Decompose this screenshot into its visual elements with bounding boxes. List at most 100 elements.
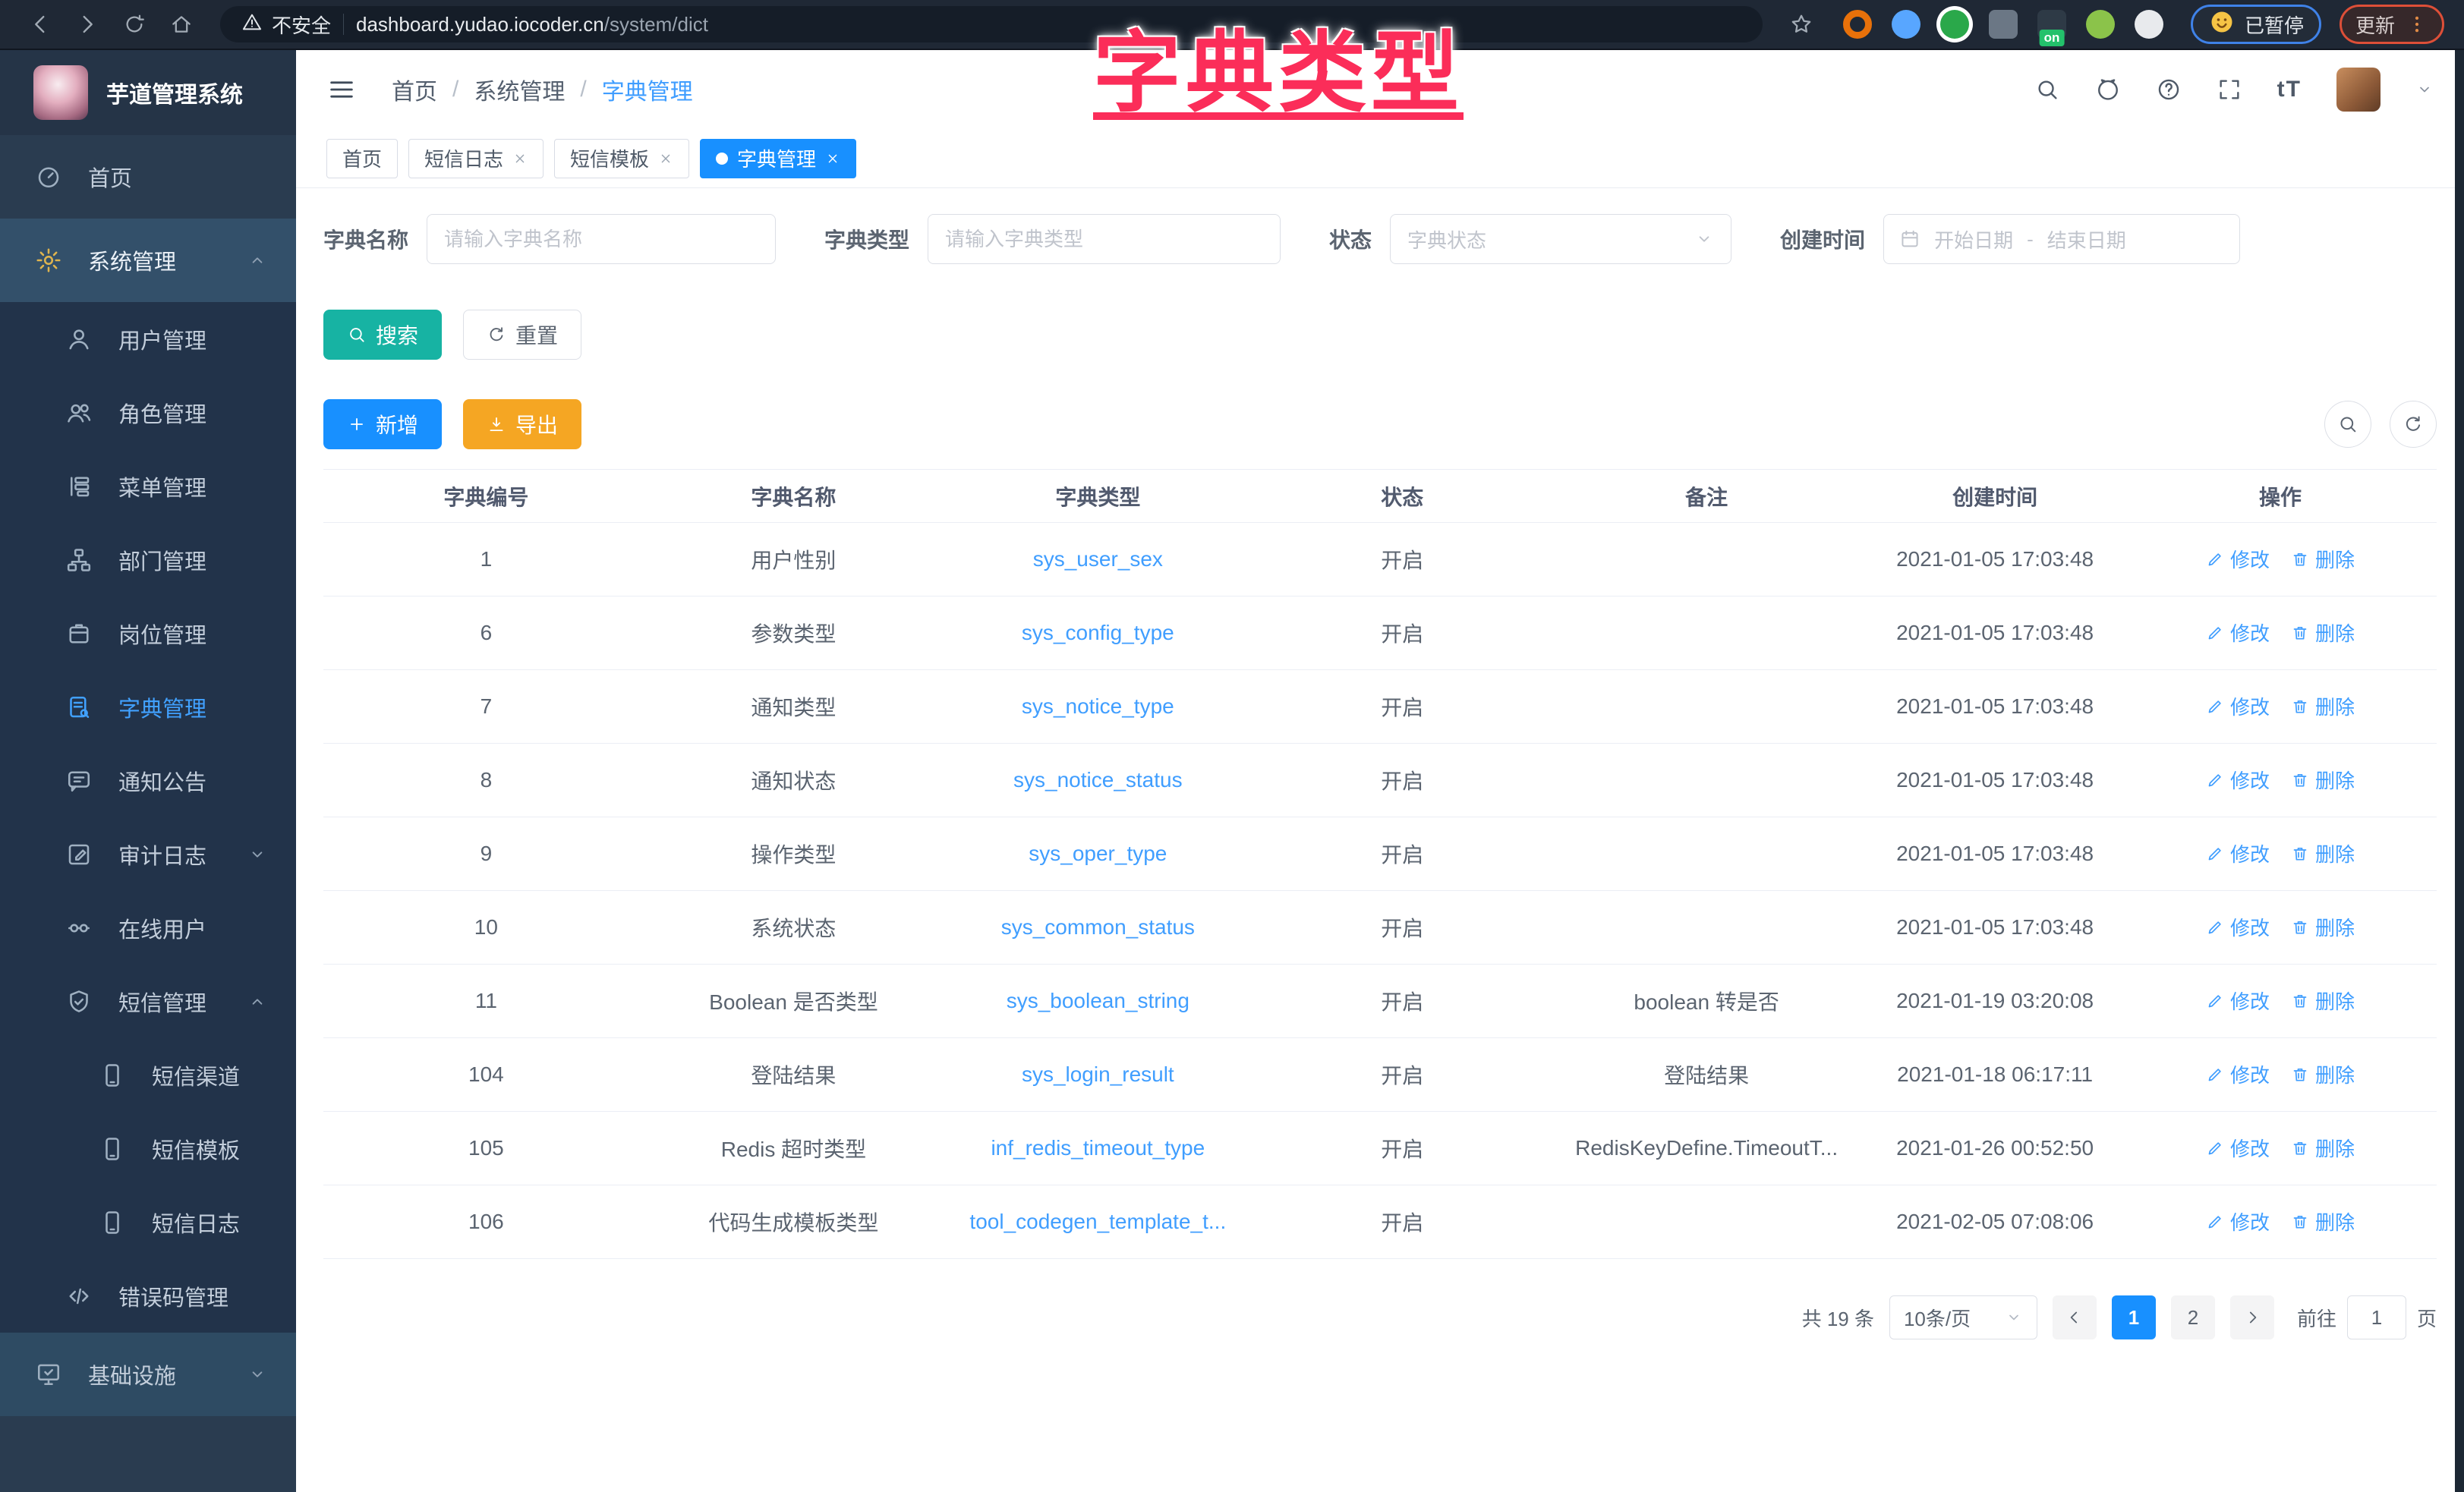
reset-button[interactable]: 重置 [463,310,581,360]
breadcrumb-current[interactable]: 字典管理 [602,73,693,106]
search-button[interactable]: 搜索 [323,310,442,360]
table-search-toggle-button[interactable] [2324,401,2371,448]
dict-type-link[interactable]: sys_oper_type [1029,842,1167,865]
extension-green-halo[interactable] [1940,10,1969,39]
delete-link[interactable]: 删除 [2291,987,2355,1015]
sidebar-item-基础设施[interactable]: 基础设施 [0,1333,296,1416]
sidebar-item-用户管理[interactable]: 用户管理 [0,302,296,376]
date-range-picker[interactable]: 开始日期 - 结束日期 [1883,214,2240,264]
github-icon[interactable] [2095,77,2121,102]
next-page-button[interactable] [2230,1295,2274,1339]
dict-type-link[interactable]: sys_boolean_string [1007,989,1189,1012]
browser-update-button[interactable]: 更新 [2340,5,2444,44]
close-icon[interactable] [825,151,840,166]
edit-link[interactable]: 修改 [2206,913,2270,941]
reload-icon[interactable] [114,4,155,45]
sidebar-item-岗位管理[interactable]: 岗位管理 [0,596,296,670]
paused-extension-badge[interactable]: 已暂停 [2191,5,2321,44]
breadcrumb-home[interactable]: 首页 [392,73,437,106]
page-size-select[interactable]: 10条/页 [1889,1295,2037,1339]
delete-link[interactable]: 删除 [2291,619,2355,647]
edit-link[interactable]: 修改 [2206,839,2270,867]
prev-page-button[interactable] [2053,1295,2097,1339]
close-icon[interactable] [658,151,673,166]
hamburger-icon[interactable] [326,74,357,105]
edit-link[interactable]: 修改 [2206,545,2270,573]
delete-link[interactable]: 删除 [2291,1060,2355,1088]
sidebar-item-审计日志[interactable]: 审计日志 [0,817,296,891]
sidebar-item-短信管理[interactable]: 短信管理 [0,965,296,1038]
edit-link[interactable]: 修改 [2206,1060,2270,1088]
sidebar-item-字典管理[interactable]: 字典管理 [0,670,296,744]
delete-link[interactable]: 删除 [2291,1134,2355,1162]
breadcrumb-system[interactable]: 系统管理 [474,73,565,106]
menu-dots-icon[interactable] [2406,13,2428,36]
tab-字典管理[interactable]: 字典管理 [700,139,856,178]
goto-page-input[interactable] [2347,1295,2406,1339]
home-icon[interactable] [161,4,202,45]
delete-link[interactable]: 删除 [2291,545,2355,573]
sidebar-item-短信模板[interactable]: 短信模板 [0,1112,296,1185]
fontsize-icon[interactable]: tT [2277,77,2302,102]
sidebar-item-系统管理[interactable]: 系统管理 [0,219,296,302]
extension-ring-orange[interactable] [1843,10,1872,39]
sidebar-item-角色管理[interactable]: 角色管理 [0,376,296,449]
dict-type-link[interactable]: sys_notice_type [1022,694,1174,718]
sidebar-item-通知公告[interactable]: 通知公告 [0,744,296,817]
edit-link[interactable]: 修改 [2206,619,2270,647]
sidebar-item-部门管理[interactable]: 部门管理 [0,523,296,596]
page-button-1[interactable]: 1 [2112,1295,2156,1339]
scrollbar[interactable] [2455,50,2464,1492]
dict-type-link[interactable]: sys_config_type [1022,621,1174,644]
table-refresh-button[interactable] [2390,401,2437,448]
avatar[interactable] [2336,68,2381,112]
page-button-2[interactable]: 2 [2171,1295,2215,1339]
extension-leaf-green[interactable] [2086,10,2115,39]
dict-type-link[interactable]: sys_login_result [1022,1062,1174,1086]
edit-link[interactable]: 修改 [2206,766,2270,794]
dict-type-link[interactable]: tool_codegen_template_t... [969,1210,1226,1233]
add-button[interactable]: 新增 [323,399,442,449]
bookmark-star-icon[interactable] [1781,4,1822,45]
forward-icon[interactable] [67,4,108,45]
back-icon[interactable] [20,4,61,45]
fullscreen-icon[interactable] [2217,77,2242,102]
address-bar[interactable]: 不安全 dashboard.yudao.iocoder.cn/system/di… [220,6,1763,42]
delete-link[interactable]: 删除 [2291,692,2355,720]
question-icon[interactable] [2156,77,2182,102]
dict-type-link[interactable]: sys_common_status [1001,915,1195,939]
tab-首页[interactable]: 首页 [326,139,398,178]
sidebar-item-在线用户[interactable]: 在线用户 [0,891,296,965]
delete-link[interactable]: 删除 [2291,839,2355,867]
dict-name-input[interactable] [427,214,776,264]
extension-dark-on[interactable]: on [2037,10,2066,39]
dict-type-link[interactable]: sys_notice_status [1013,768,1183,792]
extension-blue[interactable] [1892,10,1920,39]
delete-link[interactable]: 删除 [2291,1207,2355,1235]
sidebar-item-首页[interactable]: 首页 [0,135,296,219]
dict-type-input[interactable] [928,214,1281,264]
edit-link[interactable]: 修改 [2206,987,2270,1015]
search-icon[interactable] [2034,77,2060,102]
chevron-down-icon[interactable] [2415,80,2434,99]
sidebar-item-菜单管理[interactable]: 菜单管理 [0,449,296,523]
sidebar-item-短信渠道[interactable]: 短信渠道 [0,1038,296,1112]
delete-link[interactable]: 删除 [2291,913,2355,941]
export-button[interactable]: 导出 [463,399,581,449]
tab-短信模板[interactable]: 短信模板 [554,139,689,178]
sidebar-item-短信日志[interactable]: 短信日志 [0,1185,296,1259]
dict-type-link[interactable]: sys_user_sex [1033,547,1163,571]
edit-link[interactable]: 修改 [2206,692,2270,720]
dict-type-link[interactable]: inf_redis_timeout_type [991,1136,1205,1160]
app-logo-row[interactable]: 芋道管理系统 [0,50,296,135]
close-icon[interactable] [512,151,528,166]
status-select[interactable]: 字典状态 [1390,214,1731,264]
edit-link[interactable]: 修改 [2206,1134,2270,1162]
tab-短信日志[interactable]: 短信日志 [408,139,544,178]
extension-grid-blue[interactable] [1989,10,2018,39]
delete-link[interactable]: 删除 [2291,766,2355,794]
sidebar-item-错误码管理[interactable]: 错误码管理 [0,1259,296,1333]
security-indicator[interactable]: 不安全 [241,11,331,39]
extension-light[interactable] [2135,10,2163,39]
edit-link[interactable]: 修改 [2206,1207,2270,1235]
